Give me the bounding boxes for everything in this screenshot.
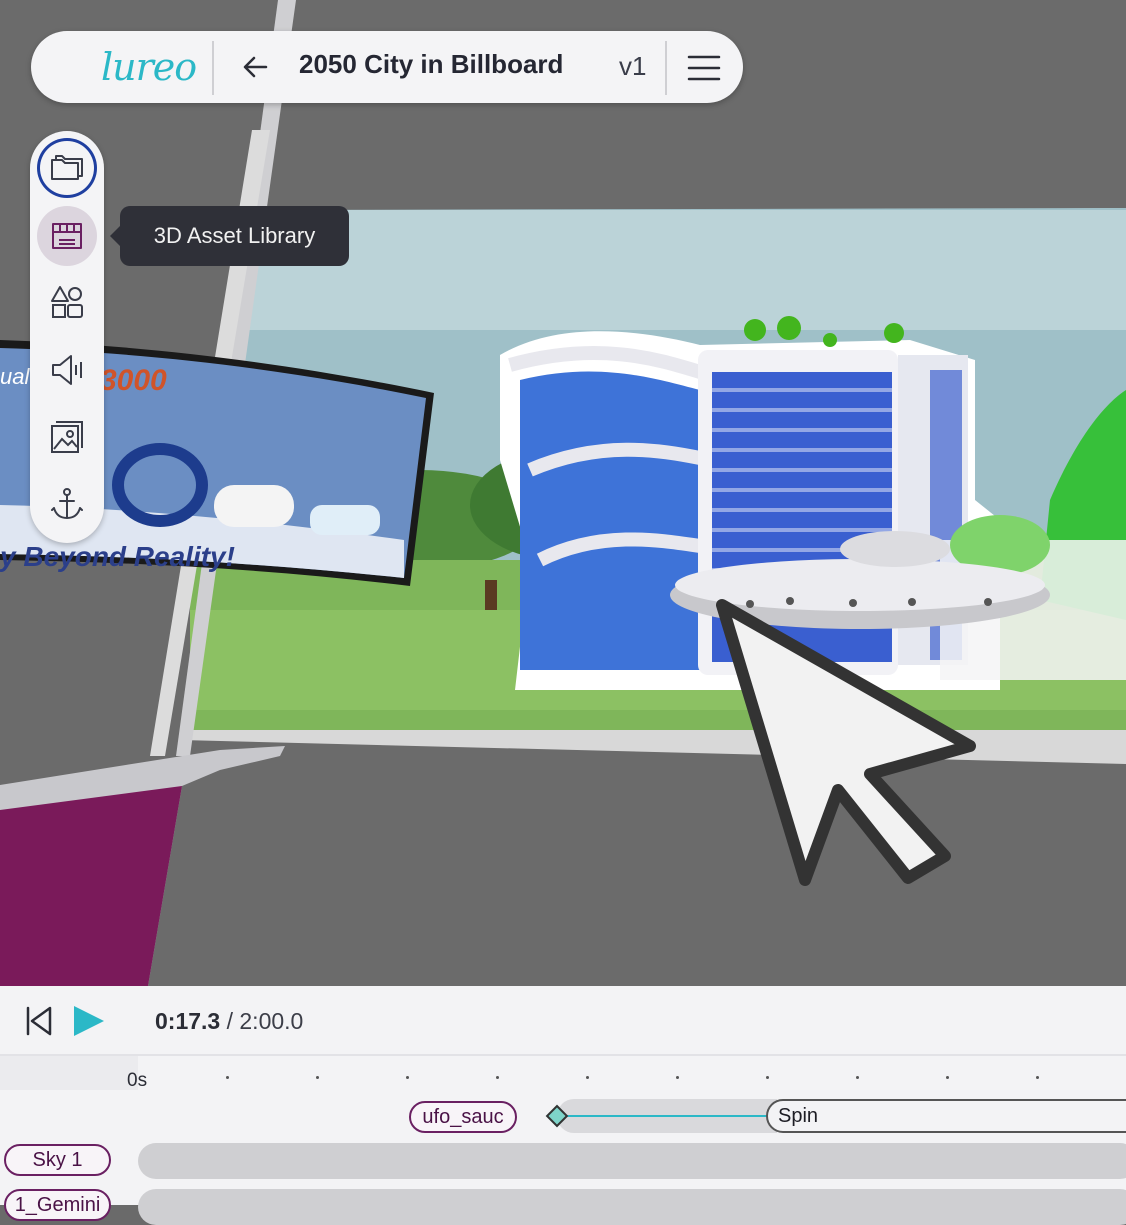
- shapes-tool-button[interactable]: [37, 272, 97, 332]
- ruler-tick: [1036, 1076, 1039, 1079]
- track-label-gemini[interactable]: 1_Gemini: [4, 1189, 111, 1221]
- ruler-tick: [766, 1076, 769, 1079]
- image-icon: [51, 421, 83, 453]
- version-label[interactable]: v1: [619, 51, 646, 82]
- tooltip-asset-library: 3D Asset Library: [110, 206, 349, 266]
- track-label-sky[interactable]: Sky 1: [4, 1144, 111, 1176]
- ruler-tick: [226, 1076, 229, 1079]
- timeline-panel: 0:17.3 / 2:00.0 0s Sky 1 1_Gemini: [0, 986, 1126, 1225]
- ruler-zero-label: 0s: [127, 1070, 148, 1091]
- billboard-text-1: ual: [0, 364, 30, 389]
- billboard-text-2: 3000: [100, 364, 167, 397]
- lureo-logo[interactable]: lureo: [101, 45, 197, 89]
- audio-tool-button[interactable]: [37, 340, 97, 400]
- playback-controls: 0:17.3 / 2:00.0: [0, 986, 1126, 1056]
- timeline-track[interactable]: [138, 1143, 1126, 1179]
- ruler-tick: [676, 1076, 679, 1079]
- media-tool-button[interactable]: [37, 407, 97, 467]
- skip-to-start-button[interactable]: [24, 1004, 54, 1043]
- top-bar: lureo 2050 City in Billboard v1: [31, 31, 743, 103]
- left-toolbar: [30, 131, 104, 543]
- time-separator: /: [220, 1008, 240, 1034]
- speaker-icon: [52, 355, 82, 385]
- store-icon: [52, 223, 82, 249]
- project-title: 2050 City in Billboard: [299, 49, 564, 79]
- arrow-left-icon: [243, 56, 268, 78]
- animation-clip-spin[interactable]: Spin: [766, 1099, 1126, 1133]
- ruler-tick: [406, 1076, 409, 1079]
- folder-icon: [51, 155, 83, 180]
- keyframe-line: [562, 1115, 772, 1117]
- anchor-tool-button[interactable]: [37, 474, 97, 534]
- skip-back-icon: [26, 1006, 52, 1036]
- back-button[interactable]: [236, 47, 276, 87]
- billboard-slogan: y Beyond Reality!: [0, 541, 235, 572]
- clip-label-ufo[interactable]: ufo_sauc: [409, 1101, 517, 1133]
- play-icon: [74, 1006, 104, 1036]
- timeline-track[interactable]: [138, 1189, 1126, 1225]
- ruler-tick: [946, 1076, 949, 1079]
- ruler-tick: [586, 1076, 589, 1079]
- ruler-gutter: [0, 1056, 138, 1090]
- total-time: 2:00.0: [239, 1008, 304, 1034]
- current-time: 0:17.3: [155, 1008, 221, 1034]
- ruler-tick: [856, 1076, 859, 1079]
- anchor-icon: [51, 488, 83, 520]
- menu-button[interactable]: [685, 49, 723, 87]
- divider: [212, 41, 214, 95]
- asset-library-tool-button[interactable]: [37, 206, 97, 266]
- shapes-icon: [51, 286, 83, 318]
- timecode: 0:17.3 / 2:00.0: [155, 1008, 303, 1035]
- play-button[interactable]: [72, 1004, 106, 1043]
- ruler-tick: [496, 1076, 499, 1079]
- ruler-tick: [316, 1076, 319, 1079]
- divider: [665, 41, 667, 95]
- hamburger-menu-icon: [687, 55, 721, 81]
- projects-tool-button[interactable]: [37, 138, 97, 198]
- viewport-3d-scene[interactable]: ual 3000 y Beyond Reality!: [0, 0, 1126, 986]
